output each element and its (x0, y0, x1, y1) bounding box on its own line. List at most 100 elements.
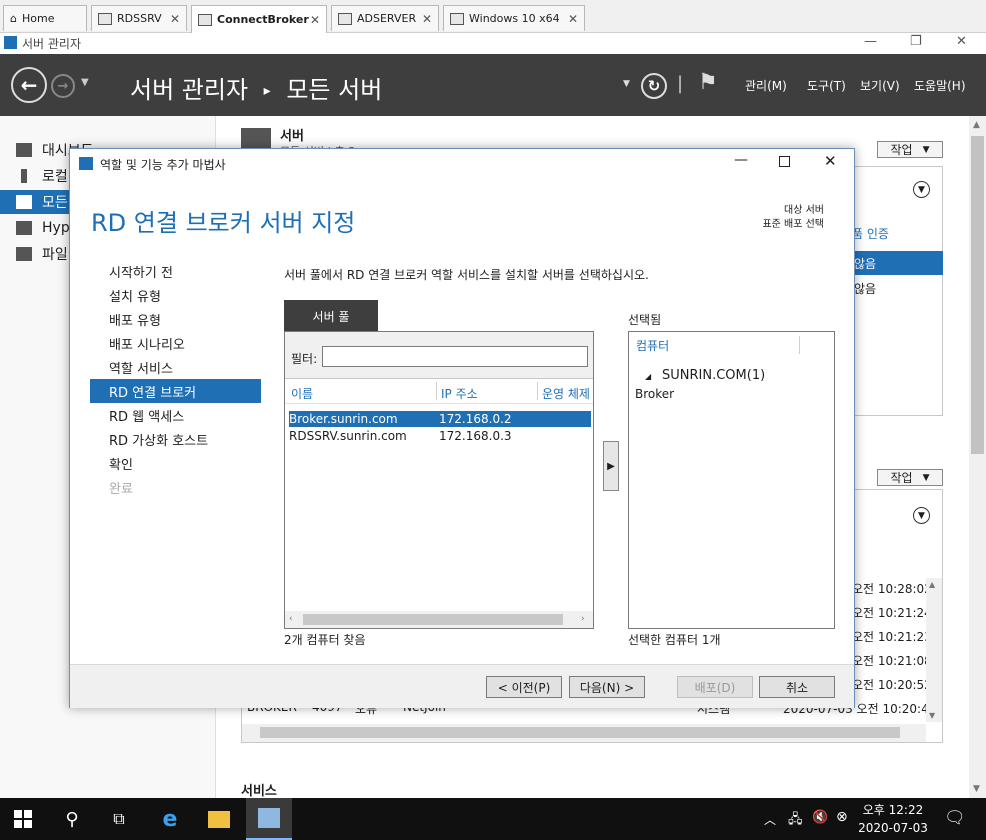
main-vscroll[interactable]: ▲ ▼ (969, 116, 986, 798)
close-icon[interactable]: ✕ (824, 152, 837, 170)
deploy-button[interactable]: 배포(D) (677, 676, 753, 698)
file-explorer-icon[interactable] (206, 806, 232, 832)
column-header-ip[interactable]: IP 주소 (441, 385, 478, 402)
history-dropdown-icon[interactable]: ▼ (81, 77, 89, 88)
column-header-name[interactable]: 이름 (291, 385, 313, 402)
chevron-up-icon[interactable]: ︿ (764, 811, 776, 828)
minimize-icon[interactable]: — (734, 152, 748, 168)
close-icon[interactable]: ✕ (170, 12, 180, 26)
scroll-left-icon[interactable]: ‹ (289, 614, 293, 624)
tab-home[interactable]: ⌂ Home (3, 5, 87, 31)
wizard-heading: RD 연결 브로커 서버 지정 (91, 209, 356, 237)
events-vscroll[interactable]: ▲ ▼ (926, 578, 942, 722)
menu-view[interactable]: 보기(V) (860, 77, 900, 94)
add-server-arrow-button[interactable]: ▶ (603, 441, 619, 491)
server-icon (338, 12, 352, 25)
scroll-thumb[interactable] (971, 136, 984, 454)
scroll-right-icon[interactable]: › (581, 614, 585, 624)
scroll-up-icon[interactable]: ▲ (973, 120, 980, 130)
vm-tab-bar: ⌂ Home RDSSRV ✕ ConnectBroker ✕ ADSERVER ✕ W… (0, 0, 986, 33)
expand-chevron-icon[interactable]: ▼ (913, 507, 930, 524)
refresh-icon[interactable]: ↻ (641, 73, 667, 99)
breadcrumb: 서버 관리자 ▸ 모든 서버 (130, 70, 382, 105)
tab-windows10[interactable]: Windows 10 x64 ✕ (443, 5, 585, 31)
vm-icon (450, 12, 464, 25)
close-icon[interactable]: ✕ (422, 12, 432, 26)
tab-rdssrv[interactable]: RDSSRV ✕ (91, 5, 187, 31)
step-installation-type[interactable]: 설치 유형 (90, 283, 261, 307)
step-rd-web-access[interactable]: RD 웹 액세스 (90, 403, 261, 427)
step-rd-virtualization-host[interactable]: RD 가상화 호스트 (90, 427, 261, 451)
dropdown-arrow-icon[interactable]: ▼ (623, 79, 630, 89)
close-icon[interactable]: ✕ (956, 34, 967, 49)
windows-start-icon[interactable] (10, 806, 36, 832)
close-icon[interactable]: ✕ (310, 13, 320, 27)
breadcrumb-root[interactable]: 서버 관리자 (130, 76, 248, 104)
tasks-dropdown[interactable]: 작업 ▼ (877, 141, 943, 158)
selected-label: 선택됨 (628, 313, 662, 327)
step-rd-connection-broker[interactable]: RD 연결 브로커 (90, 379, 261, 403)
tab-connectbroker[interactable]: ConnectBroker ✕ (191, 5, 327, 33)
pool-hscroll[interactable]: ‹ › (285, 611, 593, 628)
instruction-text: 서버 풀에서 RD 연결 브로커 역할 서비스를 설치할 서버를 선택하십시오. (284, 268, 649, 282)
home-icon: ⌂ (10, 12, 17, 25)
expand-chevron-icon[interactable]: ▼ (913, 181, 930, 198)
window-title: 서버 관리자 (22, 37, 82, 51)
collapse-triangle-icon[interactable]: ◢ (645, 372, 651, 381)
action-center-icon[interactable]: 🗨 (944, 808, 966, 828)
tab-adserver[interactable]: ADSERVER ✕ (331, 5, 439, 31)
taskbar-clock[interactable]: 오후 12:22 2020-07-03 (858, 801, 928, 837)
notification-flag-icon[interactable]: ⚑ (698, 70, 718, 95)
tasks-dropdown-events[interactable]: 작업 ▼ (877, 469, 943, 486)
close-icon[interactable]: ✕ (568, 12, 578, 26)
section-title: 서버 (280, 129, 304, 144)
scroll-down-icon[interactable]: ▼ (973, 784, 980, 794)
group-header: SUNRIN.COM(1) (662, 368, 766, 383)
step-role-services[interactable]: 역할 서비스 (90, 355, 261, 379)
back-arrow-icon[interactable]: ← (11, 67, 47, 103)
server-pool-list: 필터: 이름 IP 주소 운영 체제 Broker.sunrin.com 172… (284, 331, 594, 629)
menu-tools[interactable]: 도구(T) (807, 77, 846, 94)
hyperv-icon (16, 221, 32, 235)
step-deployment-scenario[interactable]: 배포 시나리오 (90, 331, 261, 355)
table-row[interactable]: Broker.sunrin.com 172.168.0.2 (289, 411, 591, 427)
table-row[interactable]: RDSSRV.sunrin.com 172.168.0.3 (289, 428, 591, 444)
notification-x-icon[interactable]: ⊗ (836, 809, 848, 825)
filter-input[interactable] (322, 346, 588, 367)
volume-muted-icon[interactable]: 🔇 (812, 810, 828, 825)
column-header-partial: 품 인증 (852, 227, 889, 241)
step-confirmation[interactable]: 확인 (90, 451, 261, 475)
server-manager-icon (4, 36, 17, 49)
cancel-button[interactable]: 취소 (759, 676, 835, 698)
forward-arrow-icon[interactable]: → (51, 74, 75, 98)
menu-manage[interactable]: 관리(M) (745, 77, 787, 94)
column-header-os[interactable]: 운영 체제 (542, 385, 593, 402)
previous-button[interactable]: < 이전(P) (486, 676, 562, 698)
breadcrumb-current: 모든 서버 (286, 76, 383, 104)
internet-explorer-icon[interactable]: e (157, 806, 183, 832)
table-row-selected[interactable]: 않음 (842, 251, 943, 275)
dashboard-icon (16, 143, 32, 157)
server-manager-taskbar-icon[interactable] (246, 798, 292, 840)
tab-server-pool[interactable]: 서버 풀 (284, 300, 378, 332)
search-icon[interactable]: ⚲ (59, 806, 85, 832)
minimize-icon[interactable]: — (864, 34, 877, 49)
task-view-icon[interactable]: ⧉ (106, 806, 132, 832)
step-deployment-type[interactable]: 배포 유형 (90, 307, 261, 331)
event-time: 오전 10:28:02 (852, 582, 932, 596)
found-count-text: 2개 컴퓨터 찾음 (284, 633, 366, 647)
step-before-you-begin[interactable]: 시작하기 전 (90, 259, 261, 283)
server-icon (98, 12, 112, 25)
maximize-icon[interactable] (779, 156, 790, 167)
column-header-computer[interactable]: 컴퓨터 (636, 337, 669, 354)
selected-servers-list: 컴퓨터 ◢ SUNRIN.COM(1) Broker (628, 331, 835, 629)
network-icon[interactable]: 🖧 (788, 810, 803, 832)
wizard-app-icon (79, 157, 93, 170)
scroll-thumb[interactable] (303, 614, 563, 625)
selected-server-item[interactable]: Broker (635, 387, 674, 401)
restore-icon[interactable]: ❐ (910, 34, 922, 49)
events-hscroll[interactable] (242, 724, 926, 742)
next-button[interactable]: 다음(N) > (569, 676, 645, 698)
menu-help[interactable]: 도움말(H) (914, 77, 966, 94)
destination-server-info: 대상 서버 표준 배포 선택 (762, 205, 824, 230)
